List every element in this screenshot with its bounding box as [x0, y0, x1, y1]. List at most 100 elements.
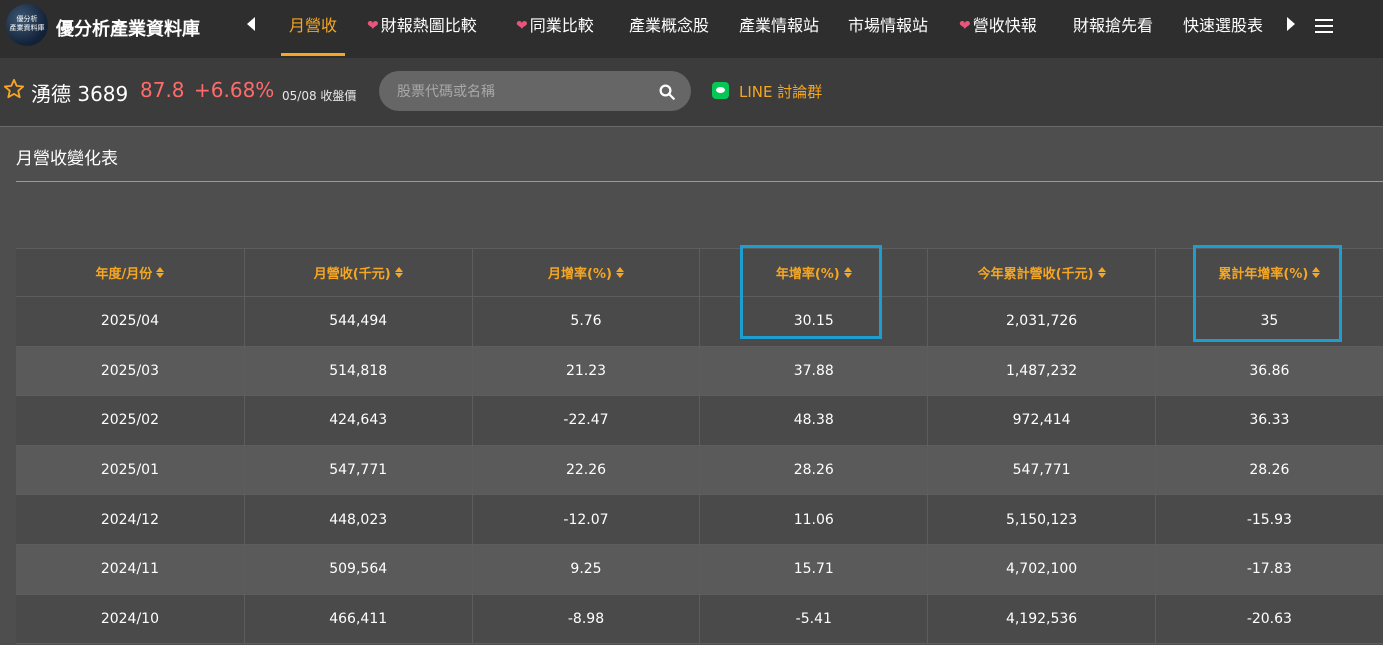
cell-mom-growth: -22.47	[471, 396, 700, 445]
cell-yoy-growth: 37.88	[699, 346, 927, 396]
heart-icon: ❤	[367, 18, 379, 34]
cell-ytd-revenue: 972,414	[927, 396, 1155, 445]
cell-period: 2025/02	[100, 412, 159, 429]
cell-period: 2025/01	[100, 462, 159, 479]
cell-yoy-growth: 28.26	[699, 445, 927, 495]
table-row: 2025/04 544,494 5.76 30.15 2,031,726 35	[16, 297, 1383, 347]
column-header-monthly-revenue[interactable]: 月營收(千元)	[243, 249, 472, 296]
cell-period: 2024/11	[100, 561, 159, 578]
table-row: 2024/11 509,564 9.25 15.71 4,702,100 -17…	[16, 544, 1383, 595]
cell-yoy-growth: 15.71	[699, 544, 927, 594]
cell-mom-growth: -8.98	[471, 594, 700, 644]
tab-financial-heatmap[interactable]: ❤ 財報熱圖比較	[367, 0, 477, 54]
sort-icon	[843, 267, 852, 278]
cell-yoy-growth: 11.06	[699, 495, 927, 544]
tab-market-intel[interactable]: 市場情報站	[848, 0, 928, 54]
sort-icon	[156, 267, 165, 278]
tab-earnings-preview[interactable]: 財報搶先看	[1073, 0, 1153, 54]
price-date-label: 05/08 收盤價	[282, 89, 357, 103]
cell-mom-growth: 9.25	[471, 544, 700, 594]
tab-label: 財報搶先看	[1073, 16, 1154, 35]
cell-ytd-growth: 28.26	[1154, 445, 1383, 495]
tab-industry-concept-stocks[interactable]: 產業概念股	[629, 0, 709, 54]
line-link-label: LINE 討論群	[739, 83, 823, 101]
cell-mom-growth: -12.07	[471, 495, 700, 544]
table-row: 2025/02 424,643 -22.47 48.38 972,414 36.…	[16, 396, 1383, 446]
cell-ytd-revenue: 4,192,536	[927, 594, 1155, 644]
column-header-label: 月增率(%)	[548, 267, 612, 282]
cell-yoy-growth: 48.38	[699, 396, 927, 445]
cell-ytd-revenue: 547,771	[927, 445, 1155, 495]
stock-name: 湧德 3689	[31, 82, 129, 106]
cell-monthly-revenue: 547,771	[243, 445, 472, 495]
cell-yoy-growth: -5.41	[699, 594, 927, 644]
cell-monthly-revenue: 424,643	[243, 396, 472, 445]
sort-icon	[394, 267, 403, 278]
stock-bar: 湧德 3689 87.8 +6.68% 05/08 收盤價 LINE 討論群	[0, 58, 1383, 127]
sort-icon	[1097, 267, 1106, 278]
cell-period: 2025/04	[100, 313, 159, 330]
column-header-label: 年度/月份	[95, 267, 153, 282]
column-header-label: 年增率(%)	[775, 267, 840, 282]
menu-icon[interactable]	[1315, 19, 1333, 33]
cell-period: 2024/10	[100, 610, 159, 627]
stock-change: +6.68%	[194, 78, 275, 102]
cell-mom-growth: 22.26	[471, 445, 700, 495]
cell-monthly-revenue: 509,564	[243, 544, 472, 594]
tab-label: 同業比較	[529, 16, 594, 35]
tab-revenue-flash[interactable]: ❤ 營收快報	[959, 0, 1037, 54]
brand-logo[interactable]: 優分析 產業資料庫	[6, 4, 48, 46]
column-header-label: 今年累計營收(千元)	[977, 267, 1094, 282]
tab-monthly-revenue[interactable]: 月營收	[280, 0, 346, 56]
cell-ytd-growth: 36.33	[1154, 396, 1383, 445]
tab-industry-intel[interactable]: 產業情報站	[739, 0, 819, 54]
cell-ytd-growth: -20.63	[1154, 594, 1383, 644]
heart-icon: ❤	[516, 18, 528, 34]
heart-icon: ❤	[959, 18, 971, 34]
column-header-label: 累計年增率(%)	[1218, 267, 1309, 282]
search-icon[interactable]	[658, 83, 676, 101]
cell-ytd-growth: -15.93	[1154, 495, 1383, 544]
column-header-mom-growth[interactable]: 月增率(%)	[471, 249, 700, 296]
monthly-revenue-table: 年度/月份 月營收(千元) 月增率(%) 年增率(%) 今年累計營收(千元) 累…	[16, 248, 1383, 645]
column-header-period[interactable]: 年度/月份	[16, 249, 244, 296]
table-header-row: 年度/月份 月營收(千元) 月增率(%) 年增率(%) 今年累計營收(千元) 累…	[16, 248, 1383, 297]
cell-mom-growth: 5.76	[471, 297, 700, 346]
tab-quick-screener[interactable]: 快速選股表	[1183, 0, 1263, 54]
section-title: 月營收變化表	[16, 149, 118, 169]
tab-label: 快速選股表	[1183, 16, 1264, 35]
tab-label: 營收快報	[972, 16, 1037, 35]
tab-label: 財報熱圖比較	[380, 16, 477, 35]
cell-period: 2025/03	[100, 362, 159, 379]
brand-name[interactable]: 優分析產業資料庫	[56, 15, 200, 41]
logo-text: 優分析 產業資料庫	[9, 15, 45, 32]
cell-period: 2024/12	[100, 511, 159, 528]
sort-icon	[1312, 267, 1321, 278]
section-divider	[16, 181, 1383, 182]
cell-monthly-revenue: 448,023	[243, 495, 472, 544]
tab-label: 產業概念股	[629, 16, 710, 35]
star-icon[interactable]	[3, 78, 25, 100]
stock-price: 87.8	[140, 78, 185, 102]
cell-yoy-growth: 30.15	[699, 297, 927, 346]
cell-monthly-revenue: 514,818	[243, 346, 472, 396]
line-icon	[712, 82, 729, 99]
tab-label: 月營收	[289, 16, 338, 35]
cell-ytd-growth: -17.83	[1154, 544, 1383, 594]
cell-mom-growth: 21.23	[471, 346, 700, 396]
cell-monthly-revenue: 544,494	[243, 297, 472, 346]
search-input[interactable]	[395, 71, 649, 113]
column-header-ytd-revenue[interactable]: 今年累計營收(千元)	[927, 249, 1155, 296]
cell-ytd-growth: 35	[1154, 297, 1383, 346]
cell-ytd-revenue: 5,150,123	[927, 495, 1155, 544]
column-header-yoy-growth[interactable]: 年增率(%)	[699, 249, 927, 296]
tab-peer-comparison[interactable]: ❤ 同業比較	[516, 0, 594, 54]
sort-icon	[615, 267, 624, 278]
nav-scroll-right-icon[interactable]	[1287, 17, 1295, 31]
nav-scroll-left-icon[interactable]	[247, 17, 255, 31]
cell-ytd-revenue: 2,031,726	[927, 297, 1155, 346]
table-row: 2025/03 514,818 21.23 37.88 1,487,232 36…	[16, 346, 1383, 397]
column-header-ytd-growth[interactable]: 累計年增率(%)	[1154, 249, 1383, 296]
cell-ytd-revenue: 1,487,232	[927, 346, 1155, 396]
cell-ytd-growth: 36.86	[1154, 346, 1383, 396]
